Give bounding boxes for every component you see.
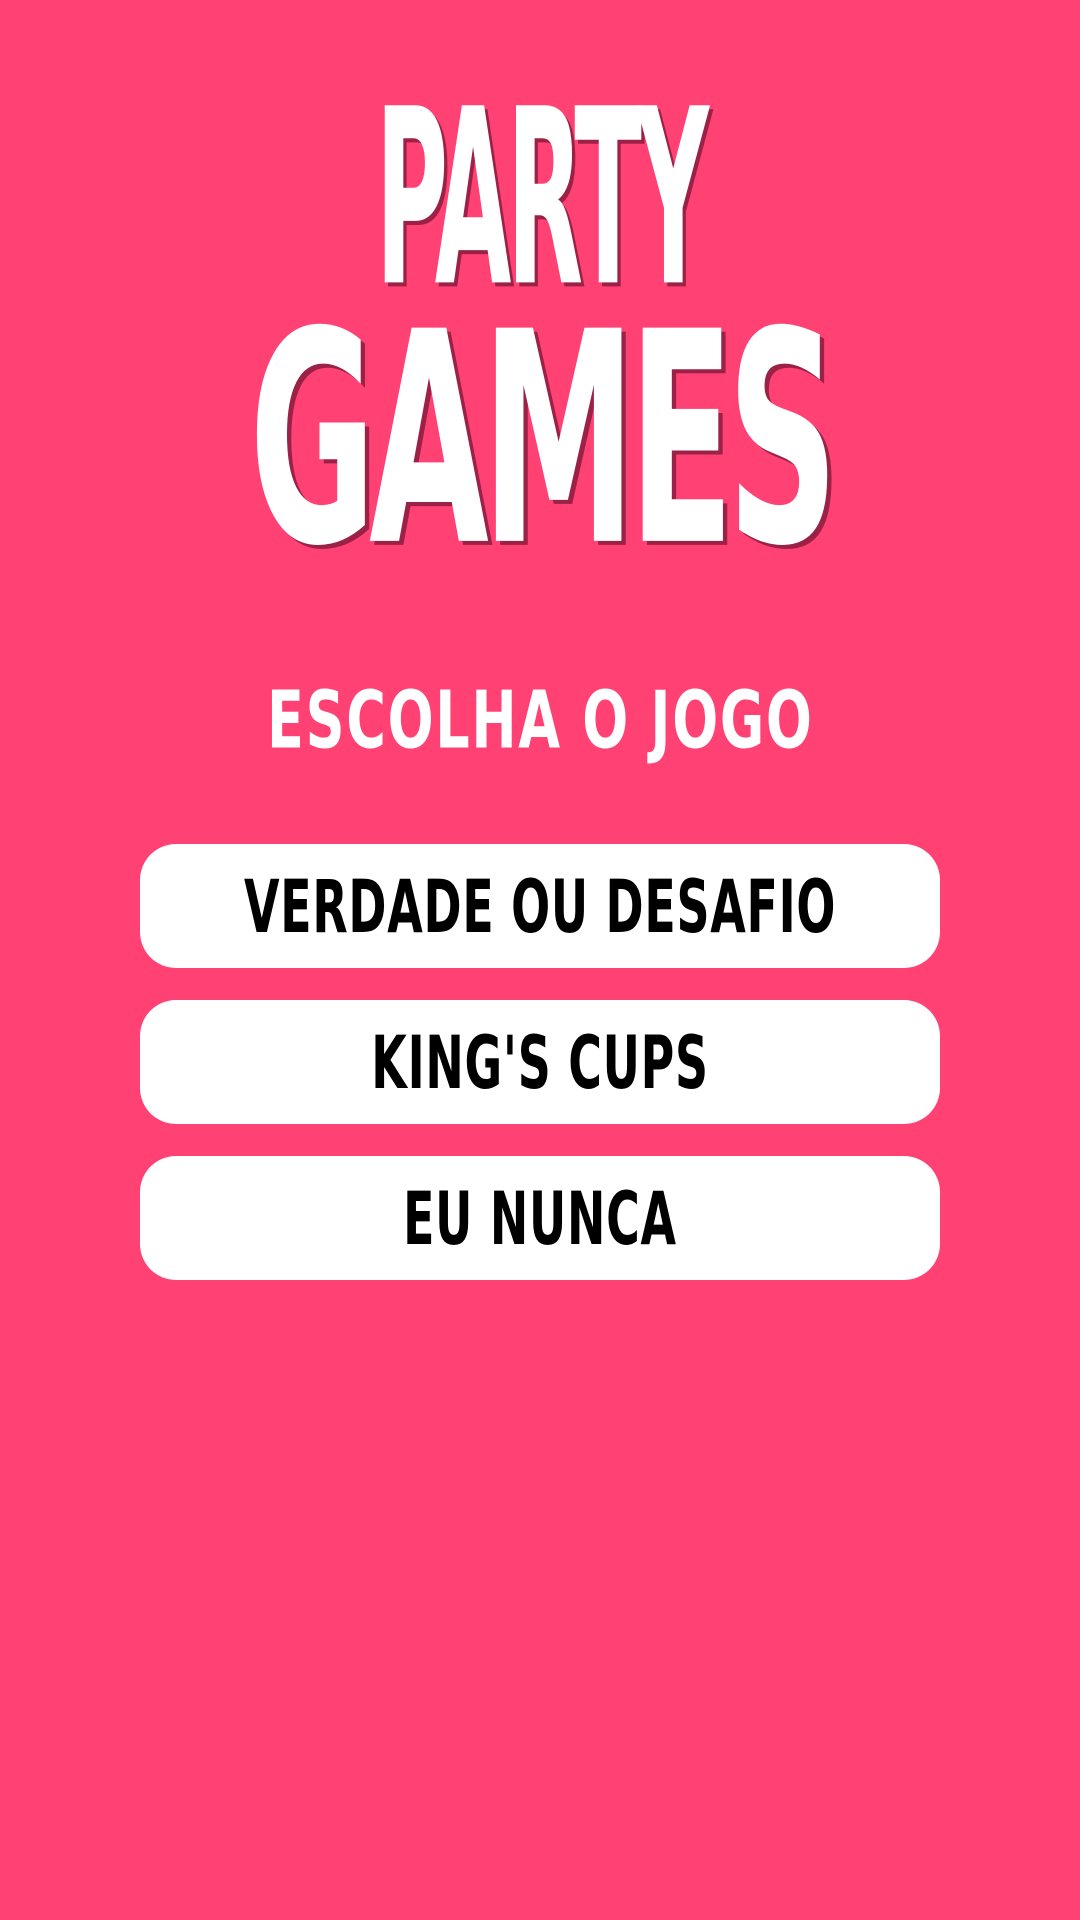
logo-line-games: GAMES — [0, 293, 1080, 612]
kings-cups-button[interactable]: KING'S CUPS — [140, 1000, 940, 1124]
choose-game-heading: ESCOLHA O JOGO — [0, 681, 1080, 760]
logo-text-games: GAMES — [248, 268, 838, 611]
never-have-i-ever-label: EU NUNCA — [403, 1174, 677, 1262]
choose-game-heading-text: ESCOLHA O JOGO — [266, 674, 814, 767]
app-logo: PARTY GAMES — [0, 78, 1080, 630]
never-have-i-ever-button[interactable]: EU NUNCA — [140, 1156, 940, 1280]
truth-or-dare-label: VERDADE OU DESAFIO — [243, 862, 837, 950]
kings-cups-label: KING'S CUPS — [371, 1018, 709, 1106]
truth-or-dare-button[interactable]: VERDADE OU DESAFIO — [140, 844, 940, 968]
